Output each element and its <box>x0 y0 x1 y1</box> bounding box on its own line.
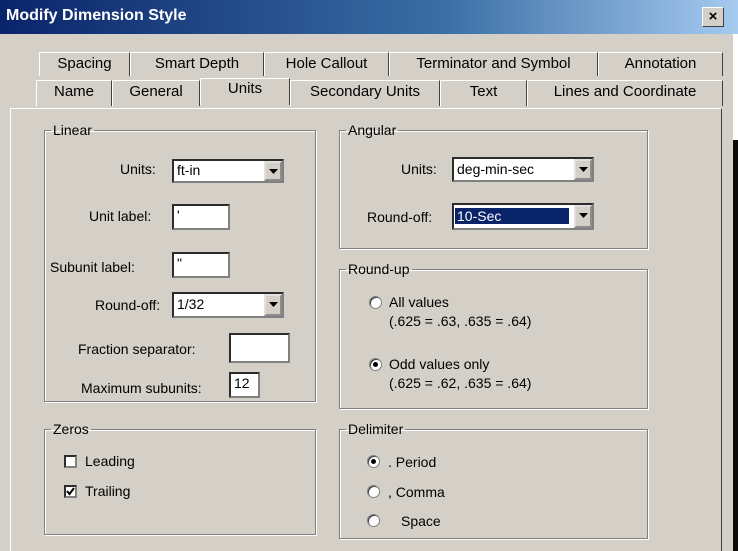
leading-checkbox[interactable] <box>64 455 77 468</box>
unit-label-field[interactable]: ' <box>172 204 230 230</box>
background-strip-dark <box>733 140 738 551</box>
tab-lines-and-coordinate[interactable]: Lines and Coordinate <box>527 80 723 106</box>
tab-text[interactable]: Text <box>440 80 527 106</box>
linear-units-dropdown[interactable]: ft-in <box>172 159 284 183</box>
comma-radio[interactable] <box>367 485 380 498</box>
linear-roundoff-label: Round-off: <box>95 297 161 313</box>
subunit-label-field[interactable]: " <box>172 252 230 278</box>
linear-units-value: ft-in <box>177 162 201 178</box>
radio-dot <box>371 459 376 464</box>
delimiter-group: Delimiter <box>339 421 648 539</box>
tab-annotation[interactable]: Annotation <box>598 52 723 76</box>
space-radio[interactable] <box>367 514 380 527</box>
zeros-group-title: Zeros <box>53 421 89 437</box>
trailing-checkbox[interactable] <box>64 485 77 498</box>
close-button[interactable]: × <box>702 7 724 27</box>
maximum-subunits-label: Maximum subunits: <box>81 380 202 396</box>
delimiter-group-title: Delimiter <box>348 421 404 437</box>
tab-smart-depth[interactable]: Smart Depth <box>130 52 264 76</box>
close-icon: × <box>708 8 718 25</box>
all-values-example: (.625 = .63, .635 = .64) <box>389 313 532 329</box>
angular-roundoff-value: 10-Sec <box>455 208 569 224</box>
chevron-down-icon[interactable] <box>264 161 282 181</box>
linear-units-label: Units: <box>120 161 156 177</box>
tab-hole-callout[interactable]: Hole Callout <box>264 52 389 76</box>
linear-group-title: Linear <box>53 122 92 138</box>
window-title: Modify Dimension Style <box>6 7 187 24</box>
comma-label[interactable]: , Comma <box>388 484 445 500</box>
maximum-subunits-field[interactable]: 12 <box>229 372 260 398</box>
chevron-down-icon[interactable] <box>574 205 592 228</box>
tab-spacing[interactable]: Spacing <box>39 52 130 76</box>
odd-values-example: (.625 = .62, .635 = .64) <box>389 375 532 391</box>
linear-roundoff-dropdown[interactable]: 1/32 <box>172 292 284 318</box>
period-label[interactable]: . Period <box>388 454 436 470</box>
angular-roundoff-dropdown[interactable]: 10-Sec <box>452 203 594 230</box>
tab-secondary-units[interactable]: Secondary Units <box>290 80 440 106</box>
space-label[interactable]: Space <box>401 513 441 529</box>
tab-general[interactable]: General <box>112 80 200 106</box>
chevron-down-icon[interactable] <box>264 294 282 316</box>
all-values-label[interactable]: All values <box>389 294 449 310</box>
leading-label[interactable]: Leading <box>85 453 135 469</box>
all-values-radio[interactable] <box>369 296 382 309</box>
odd-values-radio[interactable] <box>369 358 382 371</box>
trailing-label[interactable]: Trailing <box>85 483 130 499</box>
fraction-separator-label: Fraction separator: <box>78 341 196 357</box>
angular-units-value: deg-min-sec <box>457 161 535 177</box>
angular-roundoff-label: Round-off: <box>367 209 433 225</box>
roundup-group-title: Round-up <box>348 261 410 277</box>
period-radio[interactable] <box>367 455 380 468</box>
chevron-down-icon[interactable] <box>574 159 592 180</box>
fraction-separator-field[interactable] <box>229 333 290 363</box>
tab-units[interactable]: Units <box>200 78 290 105</box>
angular-units-label: Units: <box>401 161 437 177</box>
tab-name[interactable]: Name <box>36 80 112 106</box>
unit-label-label: Unit label: <box>89 208 152 224</box>
tab-terminator-and-symbol[interactable]: Terminator and Symbol <box>389 52 598 76</box>
angular-units-dropdown[interactable]: deg-min-sec <box>452 157 594 182</box>
checkmark-icon <box>66 487 75 496</box>
linear-roundoff-value: 1/32 <box>177 296 205 312</box>
subunit-label-label: Subunit label: <box>50 259 135 275</box>
zeros-group: Zeros <box>44 421 316 535</box>
radio-dot <box>373 362 378 367</box>
odd-values-label[interactable]: Odd values only <box>389 356 489 372</box>
angular-group-title: Angular <box>348 122 397 138</box>
